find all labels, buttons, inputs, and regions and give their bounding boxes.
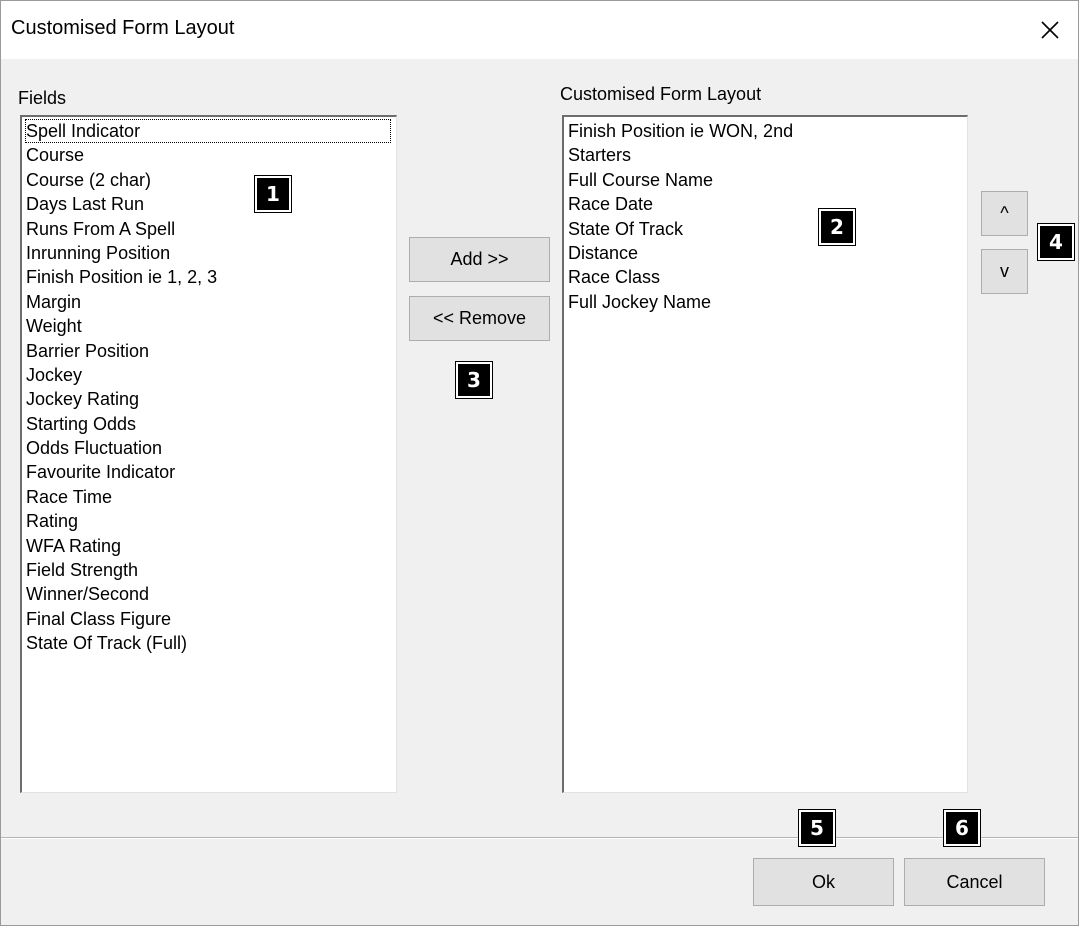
- remove-button[interactable]: << Remove: [409, 296, 550, 341]
- list-item[interactable]: Full Course Name: [567, 168, 967, 192]
- list-item[interactable]: State Of Track (Full): [25, 631, 396, 655]
- list-item[interactable]: Weight: [25, 314, 396, 338]
- fields-listbox[interactable]: Spell Indicator Course Course (2 char) Days…: [20, 115, 397, 793]
- marker-2: 2: [818, 208, 856, 246]
- list-item[interactable]: Race Class: [567, 265, 967, 289]
- list-item[interactable]: Race Time: [25, 485, 396, 509]
- marker-1: 1: [254, 175, 292, 213]
- marker-4: 4: [1037, 223, 1075, 261]
- marker-3: 3: [455, 361, 493, 399]
- list-item[interactable]: Rating: [25, 509, 396, 533]
- list-item[interactable]: Starting Odds: [25, 412, 396, 436]
- list-item[interactable]: Jockey Rating: [25, 387, 396, 411]
- list-item[interactable]: Course: [25, 143, 396, 167]
- layout-list: Finish Position ie WON, 2nd Starters Full …: [564, 117, 967, 314]
- list-item[interactable]: WFA Rating: [25, 534, 396, 558]
- list-item[interactable]: Final Class Figure: [25, 607, 396, 631]
- list-item[interactable]: Favourite Indicator: [25, 460, 396, 484]
- close-button[interactable]: [1022, 1, 1078, 59]
- list-item[interactable]: Days Last Run: [25, 192, 396, 216]
- layout-listbox[interactable]: Finish Position ie WON, 2nd Starters Full …: [562, 115, 968, 793]
- footer-separator: [1, 837, 1078, 839]
- list-item[interactable]: Finish Position ie 1, 2, 3: [25, 265, 396, 289]
- move-up-button[interactable]: ^: [981, 191, 1028, 236]
- marker-6: 6: [943, 809, 981, 847]
- list-item[interactable]: Winner/Second: [25, 582, 396, 606]
- list-item[interactable]: Margin: [25, 290, 396, 314]
- list-item[interactable]: Starters: [567, 143, 967, 167]
- list-item[interactable]: Finish Position ie WON, 2nd: [567, 119, 967, 143]
- list-item[interactable]: Course (2 char): [25, 168, 396, 192]
- list-item[interactable]: Runs From A Spell: [25, 217, 396, 241]
- list-item[interactable]: Spell Indicator: [25, 119, 391, 144]
- list-item[interactable]: Barrier Position: [25, 339, 396, 363]
- fields-list: Spell Indicator Course Course (2 char) Days…: [22, 117, 396, 656]
- title-bar: Customised Form Layout: [1, 1, 1078, 59]
- list-item[interactable]: State Of Track: [567, 217, 967, 241]
- add-button[interactable]: Add >>: [409, 237, 550, 282]
- customised-form-layout-dialog: Customised Form Layout Fields Spell Indi…: [0, 0, 1079, 926]
- ok-button[interactable]: Ok: [753, 858, 894, 906]
- list-item[interactable]: Full Jockey Name: [567, 290, 967, 314]
- marker-5: 5: [798, 809, 836, 847]
- list-item[interactable]: Field Strength: [25, 558, 396, 582]
- move-down-button[interactable]: v: [981, 249, 1028, 294]
- list-item[interactable]: Jockey: [25, 363, 396, 387]
- fields-label: Fields: [18, 88, 67, 108]
- list-item[interactable]: Odds Fluctuation: [25, 436, 396, 460]
- list-item[interactable]: Race Date: [567, 192, 967, 216]
- layout-label: Customised Form Layout: [560, 84, 762, 104]
- list-item[interactable]: Distance: [567, 241, 967, 265]
- cancel-button[interactable]: Cancel: [904, 858, 1045, 906]
- window-title: Customised Form Layout: [11, 17, 235, 39]
- list-item[interactable]: Inrunning Position: [25, 241, 396, 265]
- close-icon: [1041, 21, 1059, 39]
